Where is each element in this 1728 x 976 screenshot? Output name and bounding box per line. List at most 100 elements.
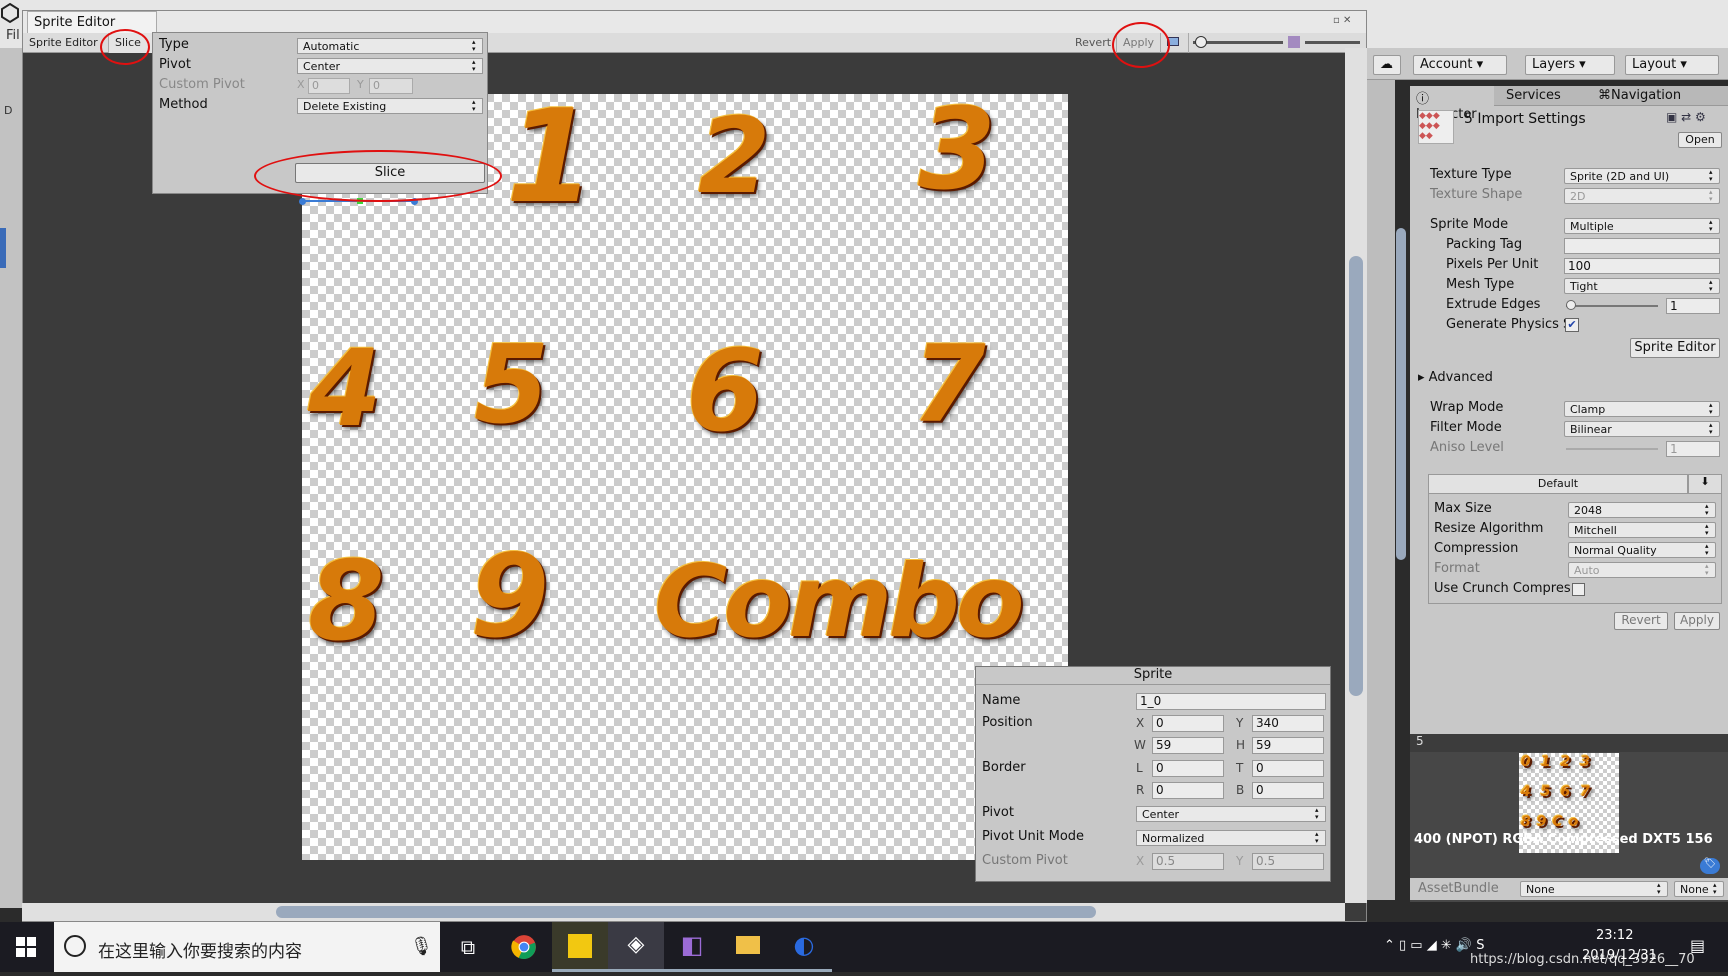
glyph-1: 1 bbox=[506, 83, 596, 232]
cp-x-label: X bbox=[1136, 854, 1145, 868]
horizontal-scroll-thumb[interactable] bbox=[276, 906, 1096, 918]
compression-select[interactable]: Normal Quality bbox=[1568, 542, 1716, 558]
cp-y-input[interactable]: 0.5 bbox=[1252, 853, 1324, 870]
pos-w-input[interactable]: 59 bbox=[1152, 737, 1224, 754]
mip-slider[interactable] bbox=[1305, 41, 1360, 44]
unity-logo-icon bbox=[1, 2, 19, 24]
packing-tag-input[interactable] bbox=[1564, 238, 1720, 254]
extrude-edges-input[interactable]: 1 bbox=[1666, 298, 1720, 314]
advanced-foldout[interactable]: ▸ Advanced bbox=[1418, 370, 1493, 385]
windows-start-icon[interactable] bbox=[16, 937, 36, 957]
sprite-mode-select[interactable]: Multiple bbox=[1564, 218, 1720, 234]
texture-type-select[interactable]: Sprite (2D and UI) bbox=[1564, 168, 1720, 184]
texture-shape-select[interactable]: 2D bbox=[1564, 188, 1720, 204]
vertical-scroll-thumb[interactable] bbox=[1349, 256, 1363, 696]
download-platform-icon[interactable]: ⬇ bbox=[1688, 474, 1722, 494]
aniso-level-input[interactable]: 1 bbox=[1666, 441, 1720, 457]
header-tool-icons[interactable]: ▣ ⇄ ⚙ bbox=[1666, 110, 1706, 124]
scene-left-strip: D bbox=[0, 48, 22, 908]
vertical-scrollbar[interactable] bbox=[1345, 48, 1367, 903]
layers-dropdown[interactable]: Layers ▾ bbox=[1525, 55, 1615, 75]
preview-row-1: 0123 bbox=[1521, 754, 1600, 770]
task-view-icon[interactable]: ⧉ bbox=[440, 922, 496, 972]
filter-mode-select[interactable]: Bilinear bbox=[1564, 421, 1720, 437]
zoom-slider-handle[interactable] bbox=[1195, 36, 1207, 48]
selection-handle[interactable] bbox=[299, 198, 306, 205]
browser-swirl-icon[interactable]: ◐ bbox=[776, 922, 832, 972]
glyph-6: 6 bbox=[686, 327, 764, 457]
taskbar-search-box[interactable]: 在这里输入你要搜索的内容 🎙 bbox=[54, 922, 440, 972]
hierarchy-scroll-thumb[interactable] bbox=[1396, 228, 1406, 560]
method-select[interactable]: Delete Existing bbox=[297, 98, 483, 114]
sprite-editor-mode-button[interactable]: Sprite Editor bbox=[23, 33, 109, 53]
assetbundle-variant-select[interactable]: None bbox=[1674, 881, 1724, 897]
sprite-pivot-select[interactable]: Center bbox=[1136, 806, 1326, 822]
format-select[interactable]: Auto bbox=[1568, 562, 1716, 578]
resize-algorithm-select[interactable]: Mitchell bbox=[1568, 522, 1716, 538]
tray-icons[interactable]: ⌃ ▯ ▭ ◢ ✳ 🔊 S bbox=[1384, 938, 1484, 953]
crunch-checkbox[interactable] bbox=[1572, 583, 1585, 596]
extrude-slider-handle[interactable] bbox=[1566, 300, 1576, 310]
cloud-icon[interactable]: ☁ bbox=[1373, 55, 1401, 75]
pos-x-input[interactable]: 0 bbox=[1152, 715, 1224, 732]
open-button[interactable]: Open bbox=[1678, 132, 1722, 148]
cp-x-input[interactable]: 0.5 bbox=[1152, 853, 1224, 870]
type-select[interactable]: Automatic bbox=[297, 38, 483, 54]
file-menu[interactable]: Fil bbox=[6, 28, 20, 43]
glyph-8: 8 bbox=[308, 537, 385, 665]
extrude-slider[interactable] bbox=[1566, 305, 1658, 307]
revert-button[interactable]: Revert bbox=[1069, 33, 1117, 53]
resize-algorithm-label: Resize Algorithm bbox=[1434, 521, 1544, 536]
visual-studio-icon[interactable]: ◧ bbox=[664, 922, 720, 972]
custom-pivot-x-input[interactable]: 0 bbox=[308, 78, 350, 94]
glyph-7: 7 bbox=[912, 323, 986, 446]
pivot-select[interactable]: Center bbox=[297, 58, 483, 74]
unity-taskbar-icon[interactable]: ◈ bbox=[608, 922, 664, 972]
mesh-type-select[interactable]: Tight bbox=[1564, 278, 1720, 294]
analytics-app-icon[interactable] bbox=[552, 922, 608, 972]
wrap-mode-select[interactable]: Clamp bbox=[1564, 401, 1720, 417]
custom-pivot-y-input[interactable]: 0 bbox=[369, 78, 413, 94]
chrome-icon[interactable] bbox=[496, 922, 552, 972]
window-controls[interactable]: ▫ ✕ bbox=[1333, 15, 1351, 26]
file-explorer-icon[interactable] bbox=[720, 922, 776, 972]
sprite-panel-title: Sprite bbox=[976, 667, 1330, 685]
pos-h-input[interactable]: 59 bbox=[1252, 737, 1324, 754]
preview-row-2: 4567 bbox=[1521, 784, 1600, 800]
border-l-label: L bbox=[1136, 761, 1143, 775]
inspector-revert-button[interactable]: Revert bbox=[1614, 612, 1668, 630]
tab-services[interactable]: Services bbox=[1500, 86, 1567, 106]
notification-icon[interactable]: ▤ bbox=[1690, 936, 1705, 955]
left-strip-label: D bbox=[4, 104, 13, 117]
generate-physics-checkbox[interactable]: ✔ bbox=[1565, 318, 1579, 332]
pivot-unit-select[interactable]: Normalized bbox=[1136, 830, 1326, 846]
sprite-canvas[interactable]: 1 2 3 4 5 6 7 8 9 Combo bbox=[299, 83, 1068, 860]
ppu-input[interactable]: 100 bbox=[1564, 258, 1720, 274]
microphone-icon[interactable]: 🎙 bbox=[410, 936, 433, 957]
aniso-slider[interactable] bbox=[1566, 448, 1658, 450]
annotation-circle-apply bbox=[1112, 22, 1170, 68]
sprite-name-input[interactable]: 1_0 bbox=[1136, 693, 1326, 710]
tab-navigation[interactable]: ⌘Navigation bbox=[1592, 86, 1692, 106]
tab-inspector[interactable]: ⓘ Inspector bbox=[1410, 86, 1494, 122]
asset-label-icon[interactable]: 🏷 bbox=[1700, 858, 1720, 874]
glyph-3: 3 bbox=[918, 85, 996, 215]
pos-y-input[interactable]: 340 bbox=[1252, 715, 1324, 732]
border-t-label: T bbox=[1236, 761, 1244, 775]
platform-tab-default[interactable]: Default bbox=[1428, 474, 1688, 494]
layout-dropdown[interactable]: Layout ▾ bbox=[1625, 55, 1719, 75]
max-size-select[interactable]: 2048 bbox=[1568, 502, 1716, 518]
tab-navigation-label: Navigation bbox=[1611, 88, 1682, 103]
sprite-editor-button[interactable]: Sprite Editor bbox=[1630, 338, 1720, 358]
preview-info-text: 400 (NPOT) RGBA Compressed DXT5 156 bbox=[1414, 832, 1713, 847]
border-t-input[interactable]: 0 bbox=[1252, 760, 1324, 777]
horizontal-scrollbar[interactable] bbox=[22, 903, 1345, 921]
cp-y-label: Y bbox=[1236, 854, 1244, 868]
border-l-input[interactable]: 0 bbox=[1152, 760, 1224, 777]
inspector-apply-button[interactable]: Apply bbox=[1674, 612, 1720, 630]
glyph-9: 9 bbox=[470, 530, 550, 663]
border-r-input[interactable]: 0 bbox=[1152, 782, 1224, 799]
account-dropdown[interactable]: Account ▾ bbox=[1413, 55, 1507, 75]
border-b-input[interactable]: 0 bbox=[1252, 782, 1324, 799]
assetbundle-select[interactable]: None bbox=[1520, 881, 1668, 897]
